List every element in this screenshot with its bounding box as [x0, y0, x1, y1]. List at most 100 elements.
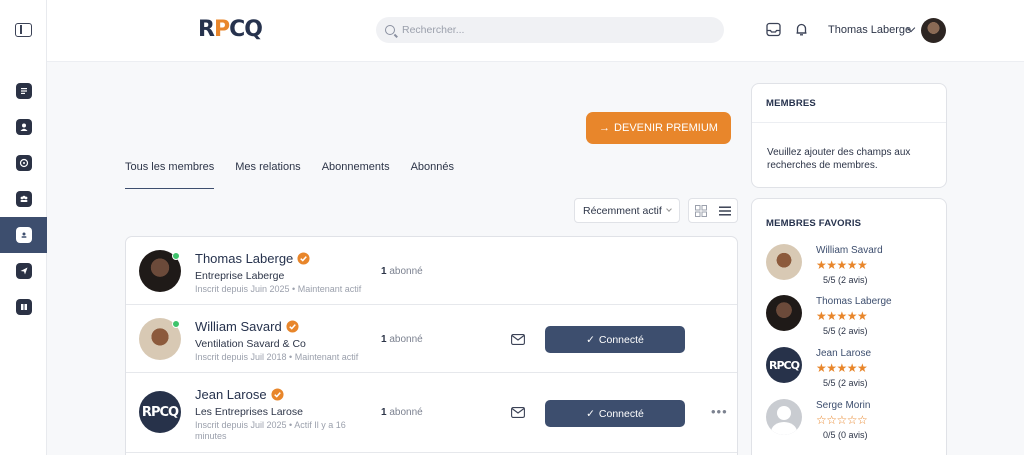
list-view-button[interactable]: [713, 199, 737, 222]
more-options-icon[interactable]: •••: [711, 404, 728, 419]
logo-text-p: P: [213, 17, 230, 42]
favorite-avatar[interactable]: R P CQ: [766, 347, 802, 383]
tab-followers[interactable]: Abonnés: [411, 161, 454, 189]
star-rating: ★★★★★: [816, 361, 868, 375]
member-name-text: William Savard: [195, 319, 282, 334]
newspaper-icon: [15, 83, 32, 99]
favorite-member[interactable]: Serge Morin ☆☆☆☆☆ 0/5 (0 avis): [766, 399, 936, 440]
followers-label: abonné: [386, 266, 423, 277]
avatar-logo-text: P: [150, 404, 160, 420]
member-company: Entreprise Laberge: [195, 270, 285, 282]
mail-icon[interactable]: [511, 334, 525, 345]
user-icon: [15, 119, 32, 135]
sidebar-toggle-icon[interactable]: [15, 23, 32, 37]
avatar-logo-text: R: [141, 404, 152, 420]
favorite-member[interactable]: Thomas Laberge ★★★★★ 5/5 (2 avis): [766, 295, 936, 336]
star-rating: ☆☆☆☆☆: [816, 413, 868, 427]
panel-text: Veuillez ajouter des champs aux recherch…: [767, 147, 911, 171]
connected-label: Connecté: [598, 407, 644, 420]
search-icon: [385, 25, 395, 35]
verified-badge-icon: [271, 388, 284, 401]
rating-text: 0/5 (0 avis): [823, 430, 868, 440]
star-rating: ★★★★★: [816, 309, 868, 323]
book-icon: [15, 299, 32, 315]
panel-divider: [752, 122, 946, 123]
check-icon: ✓: [586, 333, 595, 346]
tab-all-members[interactable]: Tous les membres: [125, 161, 215, 189]
sort-value: Récemment actif: [583, 204, 662, 217]
sidebar-item-library[interactable]: [0, 289, 47, 325]
member-name-text: Jean Larose: [195, 387, 267, 402]
online-indicator: [172, 252, 180, 260]
panel-title: MEMBRES FAVORIS: [766, 218, 862, 229]
rating-text: 5/5 (2 avis): [823, 326, 868, 336]
favorite-members-panel: MEMBRES FAVORIS William Savard ★★★★★ 5/5…: [751, 198, 947, 455]
member-row[interactable]: William Savard Ventilation Savard & Co I…: [126, 305, 737, 373]
verified-badge-icon: [297, 252, 310, 265]
list-icon: [719, 206, 731, 215]
bell-icon[interactable]: [794, 22, 809, 37]
send-icon: [15, 263, 32, 279]
sidebar-item-groups[interactable]: [0, 181, 47, 217]
connected-button[interactable]: ✓ Connecté: [545, 400, 685, 427]
chevron-down-icon: [666, 206, 672, 212]
default-avatar-icon[interactable]: [766, 399, 802, 435]
rating-text: 5/5 (2 avis): [823, 378, 868, 388]
member-meta: Inscrit depuis Juil 2018 • Maintenant ac…: [195, 352, 359, 362]
member-row[interactable]: R P CQ Jean Larose Les Entreprises Larose …: [126, 373, 737, 453]
favorite-member[interactable]: R P CQ Jean Larose ★★★★★ 5/5 (2 avis): [766, 347, 936, 388]
connected-button[interactable]: ✓ Connecté: [545, 326, 685, 353]
member-row[interactable]: Thomas Laberge Entreprise Laberge Inscri…: [126, 237, 737, 305]
member-name[interactable]: Jean Larose: [195, 387, 284, 402]
current-user-avatar[interactable]: [921, 18, 946, 43]
tab-my-relations[interactable]: Mes relations: [235, 161, 300, 189]
member-avatar[interactable]: R P CQ: [139, 391, 181, 433]
favorite-avatar[interactable]: [766, 244, 802, 280]
member-company: Les Entreprises Larose: [195, 406, 303, 418]
rpcq-logo[interactable]: RPCQ: [198, 17, 263, 42]
connected-label: Connecté: [598, 333, 644, 346]
grid-view-button[interactable]: [689, 199, 713, 222]
become-premium-button[interactable]: → DEVENIR PREMIUM: [586, 112, 731, 144]
tab-subscriptions[interactable]: Abonnements: [322, 161, 390, 189]
member-followers: 1 abonné: [381, 266, 423, 277]
sidebar-item-explore[interactable]: [0, 145, 47, 181]
sort-select[interactable]: Récemment actif: [574, 198, 680, 223]
member-name-text: Thomas Laberge: [195, 251, 294, 266]
favorite-name[interactable]: Jean Larose: [816, 348, 871, 359]
avatar-logo-text: P: [776, 358, 784, 372]
arrow-right-icon: →: [599, 122, 611, 134]
star-rating: ★★★★★: [816, 258, 868, 272]
avatar-logo-text: CQ: [783, 358, 800, 372]
followers-label: abonné: [386, 334, 423, 345]
view-toggle: [688, 198, 738, 223]
panel-title: MEMBRES: [766, 98, 816, 109]
avatar-logo-text: R: [769, 358, 778, 372]
online-indicator: [172, 320, 180, 328]
sidebar-item-news[interactable]: [0, 73, 47, 109]
favorite-avatar[interactable]: [766, 295, 802, 331]
current-user-name[interactable]: Thomas Laberge: [828, 24, 911, 36]
favorite-member[interactable]: William Savard ★★★★★ 5/5 (2 avis): [766, 244, 936, 285]
favorite-name[interactable]: William Savard: [816, 245, 883, 256]
favorite-name[interactable]: Thomas Laberge: [816, 296, 892, 307]
mail-icon[interactable]: [511, 407, 525, 418]
check-icon: ✓: [586, 407, 595, 420]
sidebar-item-members[interactable]: [0, 217, 47, 253]
contact-card-icon: [15, 227, 32, 243]
top-header: RPCQ Thomas Laberge: [47, 0, 1024, 62]
member-name[interactable]: William Savard: [195, 319, 299, 334]
logo-text-cq: CQ: [229, 17, 263, 42]
search-bar[interactable]: [376, 17, 724, 43]
member-company: Ventilation Savard & Co: [195, 338, 306, 350]
member-name[interactable]: Thomas Laberge: [195, 251, 310, 266]
search-input[interactable]: [402, 24, 702, 36]
member-followers: 1 abonné: [381, 407, 423, 418]
members-list: Thomas Laberge Entreprise Laberge Inscri…: [125, 236, 738, 455]
compass-icon: [15, 155, 32, 171]
inbox-icon[interactable]: [766, 22, 781, 37]
favorite-name[interactable]: Serge Morin: [816, 400, 870, 411]
sidebar-item-profile[interactable]: [0, 109, 47, 145]
sidebar-item-messages[interactable]: [0, 253, 47, 289]
rating-text: 5/5 (2 avis): [823, 275, 868, 285]
